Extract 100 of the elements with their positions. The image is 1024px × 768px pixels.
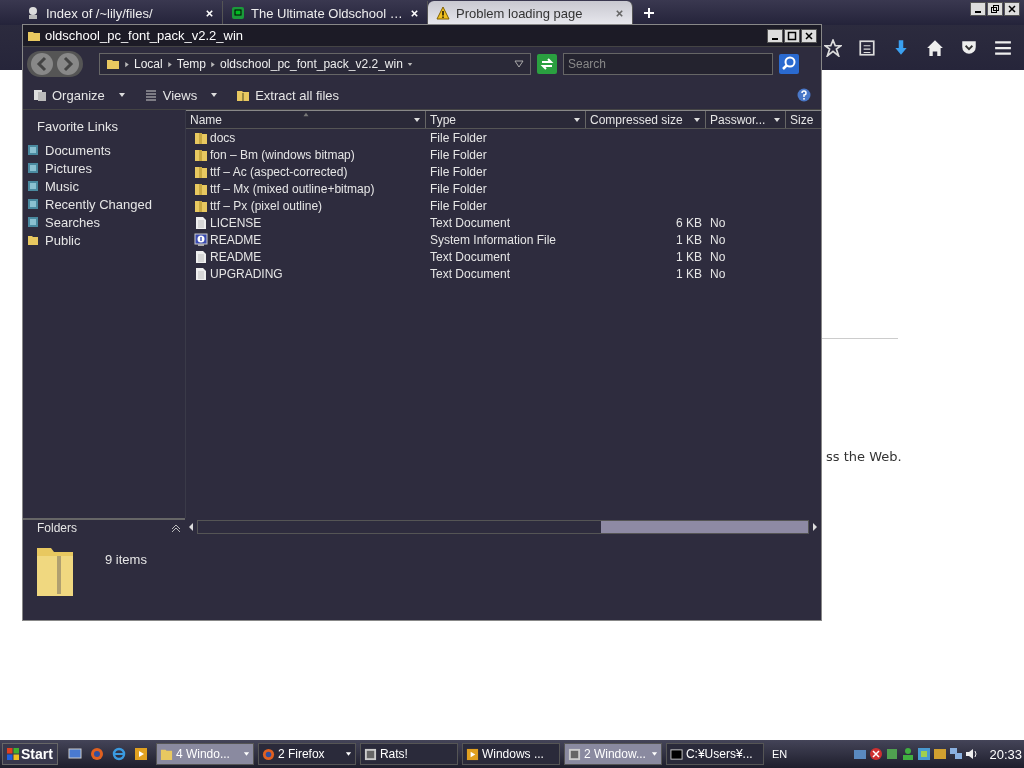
library-icon[interactable]: [27, 162, 39, 174]
breadcrumb-item[interactable]: Temp: [176, 57, 207, 71]
restore-icon[interactable]: [990, 4, 1000, 14]
library-icon[interactable]: [27, 198, 39, 210]
table-cell: 1 KB: [676, 266, 702, 281]
person-icon[interactable]: [901, 747, 916, 761]
tray-icon[interactable]: [917, 747, 932, 761]
document-icon: [194, 215, 208, 230]
folder-icon[interactable]: [27, 234, 39, 246]
folder-icon: [194, 147, 208, 162]
windows-logo-icon[interactable]: [7, 748, 19, 760]
taskbar-button[interactable]: C:¥Users¥...: [665, 743, 764, 765]
caret-icon[interactable]: [413, 116, 421, 123]
address-bar[interactable]: Local Temp oldschool_pc_font_pack_v2.2_win: [99, 53, 531, 75]
command-button[interactable]: Organize: [52, 87, 105, 103]
caret-icon[interactable]: [344, 751, 352, 757]
file-name[interactable]: ttf – Ac (aspect-corrected): [210, 164, 348, 179]
language-indicator[interactable]: EN: [771, 748, 788, 760]
list-icon[interactable]: [858, 38, 876, 57]
file-name[interactable]: fon – Bm (windows bitmap): [210, 147, 355, 162]
speaker-icon[interactable]: [965, 747, 980, 761]
column-header[interactable]: Passwor...: [710, 112, 766, 127]
error-message: ss the Web.: [826, 449, 903, 464]
caret-icon[interactable]: [406, 60, 413, 68]
browser-tab[interactable]: Problem loading page: [428, 1, 633, 25]
command-button[interactable]: Views: [162, 87, 198, 103]
table-cell: File Folder: [430, 147, 487, 162]
table-cell: Text Document: [430, 266, 511, 281]
caret-icon[interactable]: [166, 60, 173, 68]
scroll-right-icon[interactable]: [811, 522, 819, 532]
library-icon[interactable]: [27, 144, 39, 156]
help-icon[interactable]: [797, 88, 811, 102]
caret-icon[interactable]: [773, 116, 781, 123]
caret-icon[interactable]: [210, 60, 217, 68]
favorite-link[interactable]: Music: [45, 178, 79, 194]
command-button[interactable]: Extract all files: [255, 87, 339, 103]
window-title: oldschool_pc_font_pack_v2.2_win: [45, 28, 244, 43]
back-icon[interactable]: [30, 52, 54, 76]
documents-icon[interactable]: [33, 88, 47, 102]
forward-icon[interactable]: [56, 52, 80, 76]
taskbar-button[interactable]: Windows ...: [461, 743, 560, 765]
folder-icon: [159, 747, 173, 761]
favorite-link[interactable]: Searches: [45, 214, 100, 230]
tray-icon[interactable]: [853, 747, 868, 761]
menu-icon[interactable]: [994, 38, 1012, 57]
favorite-link[interactable]: Public: [45, 232, 81, 248]
library-icon[interactable]: [27, 216, 39, 228]
close-icon[interactable]: [804, 30, 814, 41]
caret-icon[interactable]: [693, 116, 701, 123]
star-icon[interactable]: [824, 38, 842, 57]
maximize-icon[interactable]: [787, 30, 797, 41]
new-tab-icon[interactable]: [643, 7, 655, 19]
browser-icon[interactable]: [111, 747, 126, 761]
folder-icon: [194, 130, 208, 145]
close-icon[interactable]: [1007, 4, 1017, 14]
home-icon[interactable]: [926, 38, 944, 57]
favorite-link[interactable]: Pictures: [45, 160, 92, 176]
caret-icon[interactable]: [124, 60, 130, 68]
chevron-up-icon[interactable]: [171, 523, 181, 533]
taskbar-button[interactable]: 2 Firefox: [257, 743, 356, 765]
section-heading: Folders: [37, 521, 77, 535]
tray-icon[interactable]: [933, 747, 948, 761]
horizontal-scrollbar[interactable]: [197, 520, 809, 534]
caret-icon[interactable]: [573, 116, 581, 123]
pocket-icon[interactable]: [960, 38, 978, 57]
taskbar-button[interactable]: Rats!: [359, 743, 458, 765]
breadcrumb-item[interactable]: Local: [134, 57, 163, 71]
start-button[interactable]: Start: [2, 743, 58, 765]
column-header[interactable]: Size: [790, 112, 814, 127]
favorite-link[interactable]: Documents: [45, 142, 111, 158]
column-header[interactable]: Name: [190, 112, 222, 127]
file-name[interactable]: docs: [210, 130, 236, 145]
search-field[interactable]: Search: [563, 53, 773, 75]
file-name[interactable]: README: [210, 232, 262, 247]
file-name[interactable]: UPGRADING: [210, 266, 283, 281]
file-name[interactable]: LICENSE: [210, 215, 262, 230]
dropdown-icon[interactable]: [514, 60, 524, 68]
desktop-icon[interactable]: [67, 747, 82, 761]
browser-icon[interactable]: [89, 747, 104, 761]
favorite-link[interactable]: Recently Changed: [45, 196, 152, 212]
breadcrumb-item[interactable]: oldschool_pc_font_pack_v2.2_win: [220, 57, 403, 71]
library-icon[interactable]: [27, 180, 39, 192]
zip-folder-icon[interactable]: [236, 88, 251, 102]
sort-arrow-icon[interactable]: [301, 112, 310, 117]
media-icon: [465, 747, 479, 761]
network-icon[interactable]: [949, 747, 964, 761]
search-icon[interactable]: [779, 54, 799, 74]
refresh-icon[interactable]: [537, 54, 557, 74]
caret-icon[interactable]: [117, 92, 126, 98]
file-name[interactable]: ttf – Mx (mixed outline+bitmap): [210, 181, 375, 196]
document-icon: [194, 249, 208, 264]
tray-icon[interactable]: [885, 747, 900, 761]
column-header[interactable]: Compressed size: [590, 112, 683, 127]
scroll-left-icon[interactable]: [187, 522, 195, 532]
file-name[interactable]: README: [210, 249, 262, 264]
file-name[interactable]: ttf – Px (pixel outline): [210, 198, 323, 213]
info-file-icon: [194, 232, 208, 247]
caret-icon[interactable]: [210, 92, 219, 98]
column-header[interactable]: Type: [430, 112, 456, 127]
media-icon[interactable]: [133, 747, 148, 761]
